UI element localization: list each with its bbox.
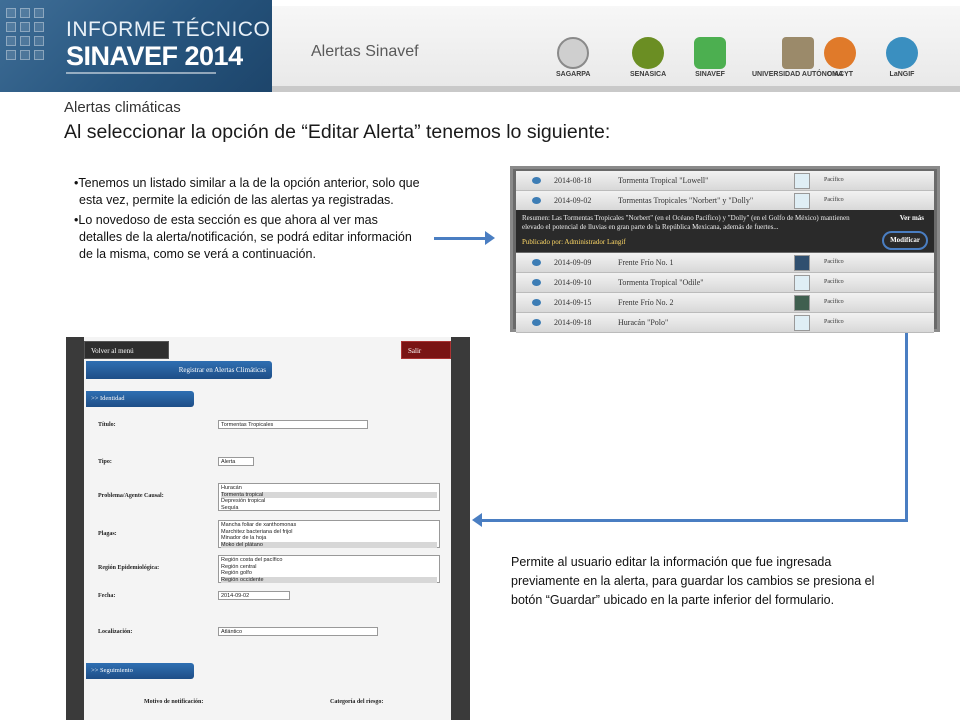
header-banner: INFORME TÉCNICO SINAVEF 2014 (0, 0, 272, 92)
bullet-item: Lo novedoso de esta sección es que ahora… (74, 212, 424, 263)
date-input[interactable]: 2014-09-02 (218, 591, 290, 600)
location-select[interactable]: Atlántico (218, 627, 378, 636)
title-input[interactable]: Tormentas Tropicales (218, 420, 368, 429)
arrow-left-icon (472, 513, 908, 527)
problem-label: Problema/Agente Causal: (98, 493, 164, 499)
page-title: Al seleccionar la opción de “Editar Aler… (64, 121, 611, 143)
university-shield-icon (781, 36, 814, 69)
alert-summary: Resumen: Las Tormentas Tropicales "Norbe… (522, 214, 850, 231)
date-label: Fecha: (98, 593, 116, 599)
alert-row[interactable]: 2014-09-02 Tormentas Tropicales "Norbert… (516, 191, 934, 211)
ver-mas-link[interactable]: Ver más (900, 214, 924, 223)
alert-row[interactable]: 2014-08-18 Tormenta Tropical "Lowell" Pa… (516, 171, 934, 191)
modificar-button[interactable]: Modificar (882, 231, 928, 250)
pests-listbox[interactable]: Mancha foliar de xanthomonas Marchitez b… (218, 520, 440, 548)
pests-label: Plagas: (98, 531, 117, 537)
location-label: Localización: (98, 629, 133, 635)
region-label: Región Epidemiológica: (98, 565, 160, 571)
logo-langif: LaNGIF (886, 32, 918, 82)
logo-senasica: SENASICA (630, 32, 666, 82)
logo-ciacyt: CIACYT (824, 32, 856, 82)
edit-form-screenshot: Volver al menú Salir Registrar en Alerta… (66, 337, 470, 720)
alert-row[interactable]: 2014-09-18 Huracán "Polo" Pacífico (516, 313, 934, 333)
header-title: Alertas Sinavef (311, 43, 419, 60)
map-thumbnail (794, 173, 810, 189)
bullet-item: Tenemos un listado similar a la de la op… (74, 175, 424, 209)
form-body: Volver al menú Salir Registrar en Alerta… (84, 337, 451, 720)
ciacyt-icon (824, 36, 856, 69)
bullet-list: Tenemos un listado similar a la de la op… (74, 175, 424, 266)
motivo-label: Motivo de notificación: (144, 699, 204, 705)
region-listbox[interactable]: Región costa del pacífico Región central… (218, 555, 440, 583)
banner-grid-decoration (6, 8, 44, 60)
banner-line2: SINAVEF 2014 (66, 41, 243, 71)
weather-icon (532, 177, 541, 184)
logo-comite: SINAVEF (694, 32, 726, 82)
exit-button[interactable]: Salir (401, 341, 451, 359)
alerts-list-screenshot: 2014-08-18 Tormenta Tropical "Lowell" Pa… (510, 166, 940, 333)
alert-row[interactable]: 2014-09-15 Frente Frío No. 2 Pacífico (516, 293, 934, 313)
comite-icon (694, 36, 726, 69)
banner-line1: INFORME TÉCNICO (66, 18, 271, 41)
weather-icon (532, 197, 541, 204)
weather-icon (532, 299, 541, 306)
type-label: Tipo: (98, 459, 112, 465)
arrow-right-icon (434, 231, 495, 245)
logo-sagarpa: SAGARPA (556, 32, 590, 82)
description-paragraph: Permite al usuario editar la información… (511, 555, 875, 607)
map-thumbnail (794, 315, 810, 331)
weather-icon (532, 279, 541, 286)
section-subtitle: Alertas climáticas (64, 99, 181, 116)
alert-publisher: Publicado por: Administrador Langif (522, 238, 626, 246)
globe-icon (886, 36, 918, 69)
senasica-icon (632, 36, 665, 69)
weather-icon (532, 259, 541, 266)
eagle-seal-icon (557, 36, 590, 69)
back-to-menu-button[interactable]: Volver al menú (84, 341, 169, 359)
title-label: Título: (98, 422, 116, 428)
weather-icon (532, 319, 541, 326)
alert-detail-panel: Resumen: Las Tormentas Tropicales "Norbe… (516, 210, 934, 252)
banner-underline (66, 72, 216, 74)
type-select[interactable]: Alerta (218, 457, 254, 466)
section-follow: >> Seguimiento (86, 663, 194, 679)
categoria-label: Categoría del riesgo: (330, 699, 384, 705)
problem-listbox[interactable]: Huracán Tormenta tropical Depresión trop… (218, 483, 440, 511)
map-thumbnail (794, 275, 810, 291)
alert-row[interactable]: 2014-09-09 Frente Frío No. 1 Pacífico (516, 253, 934, 273)
map-thumbnail (794, 295, 810, 311)
alert-row[interactable]: 2014-09-10 Tormenta Tropical "Odile" Pac… (516, 273, 934, 293)
map-thumbnail (794, 193, 810, 209)
section-identity: >> Identidad (86, 391, 194, 407)
map-thumbnail (794, 255, 810, 271)
register-header: Registrar en Alertas Climáticas (86, 361, 272, 379)
